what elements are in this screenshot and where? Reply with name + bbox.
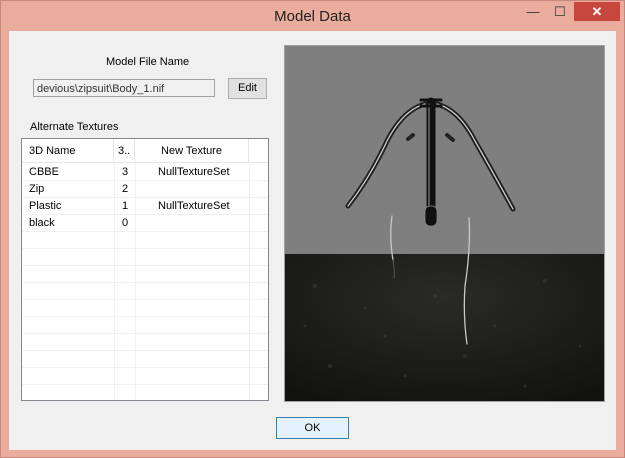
row-divider	[22, 231, 268, 232]
column-header-filler	[249, 139, 268, 163]
row-divider	[22, 316, 268, 317]
row-3d-name: Plastic	[29, 200, 62, 212]
ground-plane	[285, 254, 604, 401]
row-divider	[22, 367, 268, 368]
row-3d-name: Zip	[29, 183, 45, 195]
column-header-new-texture[interactable]: New Texture	[135, 139, 249, 163]
model-preview-viewport[interactable]	[284, 45, 605, 402]
row-3d-name: black	[29, 217, 55, 229]
row-new-texture: NullTextureSet	[158, 200, 230, 212]
dialog-body: Model File Name devious\zipsuit\Body_1.n…	[9, 31, 616, 450]
row-3d-name: CBBE	[29, 166, 59, 178]
row-divider	[22, 265, 268, 266]
row-divider	[22, 282, 268, 283]
row-divider	[22, 333, 268, 334]
row-index: 1	[122, 200, 129, 212]
minimize-button[interactable]: —	[520, 2, 546, 21]
alternate-textures-list[interactable]: 3D Name 3.. New Texture CBBE 3 NullTextu…	[21, 138, 269, 401]
model-file-name-label: Model File Name	[106, 56, 190, 68]
model-data-window: Model Data — ☐ ✕ Model File Name devious…	[0, 0, 625, 458]
row-divider	[22, 248, 268, 249]
maximize-button[interactable]: ☐	[547, 2, 573, 21]
row-index: 0	[122, 217, 129, 229]
row-new-texture: NullTextureSet	[158, 166, 230, 178]
row-divider	[22, 350, 268, 351]
alternate-textures-label: Alternate Textures	[30, 121, 119, 133]
column-header-index[interactable]: 3..	[114, 139, 135, 163]
row-index: 3	[122, 166, 129, 178]
edit-button[interactable]: Edit	[228, 78, 267, 99]
model-file-field[interactable]: devious\zipsuit\Body_1.nif	[33, 79, 215, 97]
close-button[interactable]: ✕	[574, 2, 620, 21]
row-index: 2	[122, 183, 129, 195]
column-header-3d-name[interactable]: 3D Name	[22, 139, 114, 163]
sky-background	[285, 46, 604, 254]
row-divider	[22, 299, 268, 300]
title-bar[interactable]: Model Data — ☐ ✕	[1, 1, 624, 31]
row-divider	[22, 384, 268, 385]
model-preview-render	[285, 46, 604, 401]
ok-button[interactable]: OK	[276, 417, 349, 439]
